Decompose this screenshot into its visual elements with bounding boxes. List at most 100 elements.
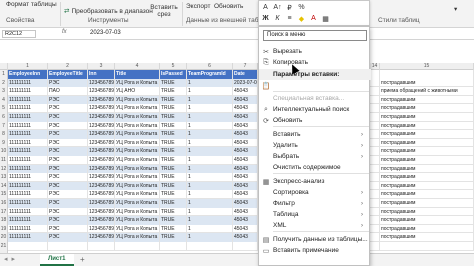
table-cell[interactable]: 1 [187,156,233,165]
table-cell[interactable]: 1234567890 [88,164,115,174]
table-header-cell[interactable]: Title [115,70,160,79]
context-menu-item[interactable]: Таблица › [259,209,371,220]
table-cell[interactable]: 1234567890 [88,130,115,139]
row-header[interactable]: 3 [0,87,7,96]
table-cell[interactable]: TRUE [160,156,187,165]
table-cell[interactable] [115,242,160,251]
table-cell[interactable]: 1 [187,164,233,174]
table-cell[interactable]: 111111111 [8,147,48,156]
table-cell[interactable]: УЦ Рога и Копыта [115,113,160,122]
row-header[interactable]: 8 [0,130,7,139]
table-cell[interactable]: пострадавшим [380,104,474,113]
table-cell[interactable]: приема обращений с животными [380,87,474,96]
table-cell[interactable] [370,121,380,131]
table-cell[interactable]: TRUE [160,199,187,208]
table-cell[interactable]: РЭС [48,190,88,199]
context-menu-item[interactable]: Вставить › [259,129,371,140]
column-header[interactable]: 14 [370,63,380,70]
table-cell[interactable]: РЭС [48,104,88,113]
table-cell[interactable]: 1234567890 [88,113,115,122]
row-header[interactable]: 7 [0,122,7,131]
table-cell[interactable]: пострадавшим [380,121,474,131]
table-cell[interactable]: РЭС [48,164,88,174]
table-cell[interactable]: 111111111 [8,224,48,234]
table-cell[interactable]: 1234567890 [88,104,115,113]
table-cell[interactable]: 1 [187,130,233,139]
table-cell[interactable]: 45043 [233,173,258,182]
table-cell[interactable]: УЦ АНО [115,87,160,96]
table-cell[interactable]: 1 [187,190,233,199]
table-cell[interactable]: TRUE [160,181,187,191]
export-button[interactable]: Экспорт [186,1,210,11]
table-cell[interactable]: РЭС [48,113,88,122]
table-header-cell[interactable]: Date [233,70,258,79]
context-menu-item[interactable]: ⎘ Копировать [259,57,371,68]
context-menu-item[interactable]: Сортировка › [259,187,371,198]
table-cell[interactable]: 1234567890 [88,121,115,131]
table-cell[interactable] [370,207,380,217]
table-header-cell[interactable] [380,70,474,79]
table-cell[interactable]: TRUE [160,224,187,234]
table-cell[interactable] [8,242,48,251]
table-cell[interactable]: 111111111 [8,190,48,199]
table-cell[interactable]: 111111111 [8,104,48,113]
scroll-gallery-button[interactable]: ▾ [454,4,457,14]
table-cell[interactable]: 1234567890 [88,87,115,96]
table-cell[interactable]: УЦ Рога и Копыта [115,190,160,199]
table-cell[interactable] [370,190,380,199]
table-cell[interactable] [233,242,258,251]
table-cell[interactable]: 111111111 [8,130,48,139]
refresh-button[interactable]: Обновить [214,1,243,11]
context-menu-item[interactable]: 📋 [259,80,371,91]
table-cell[interactable] [160,242,187,251]
column-header[interactable]: 4 [115,63,160,70]
context-menu-item[interactable]: ⟳ Обновить [259,115,371,126]
table-cell[interactable]: 1234567890 [88,78,115,88]
format-table-label[interactable]: Формат таблицы [6,1,57,8]
formula-input[interactable]: 2023-07-03 [90,30,121,36]
table-cell[interactable]: пострадавшим [380,233,474,242]
sheet-nav-arrows-icon[interactable]: ◂▸ [4,255,19,263]
context-menu-item[interactable]: ▭ Вставить примечание [259,245,371,256]
font-color-icon[interactable]: A [309,14,318,23]
context-menu-item[interactable]: XML › [259,220,371,231]
row-header[interactable]: 17 [0,208,7,217]
table-cell[interactable]: УЦ Рога и Копыта [115,181,160,191]
table-cell[interactable] [370,181,380,191]
table-cell[interactable]: пострадавшим [380,199,474,208]
table-cell[interactable]: 1234567890 [88,147,115,156]
table-cell[interactable] [370,199,380,208]
table-cell[interactable]: УЦ Рога и Копыта [115,104,160,113]
table-cell[interactable]: УЦ Рога и Копыта [115,173,160,182]
table-cell[interactable]: TRUE [160,121,187,131]
table-cell[interactable]: 45043 [233,224,258,234]
table-cell[interactable]: 1234567890 [88,224,115,234]
increase-font-icon[interactable]: A↑ [273,3,282,12]
table-cell[interactable]: УЦ Рога и Копыта [115,164,160,174]
table-cell[interactable]: TRUE [160,207,187,217]
table-cell[interactable]: пострадавшим [380,207,474,217]
table-cell[interactable]: 1 [187,199,233,208]
table-cell[interactable] [370,173,380,182]
table-cell[interactable] [370,216,380,225]
table-cell[interactable] [88,242,115,251]
borders-icon[interactable]: ▦ [321,14,330,23]
table-cell[interactable]: ПАО [48,87,88,96]
table-cell[interactable]: 1 [187,173,233,182]
row-header[interactable]: 15 [0,190,7,199]
row-header[interactable]: 21 [0,242,7,251]
table-cell[interactable]: 1 [187,87,233,96]
row-header[interactable]: 9 [0,139,7,148]
table-cell[interactable]: 1 [187,113,233,122]
table-cell[interactable]: РЭС [48,147,88,156]
table-cell[interactable]: 45043 [233,104,258,113]
table-cell[interactable]: TRUE [160,233,187,242]
table-cell[interactable]: 111111111 [8,95,48,105]
table-cell[interactable] [370,130,380,139]
table-cell[interactable]: 1234567890 [88,181,115,191]
percent-icon[interactable]: % [297,3,306,12]
table-cell[interactable]: TRUE [160,95,187,105]
table-cell[interactable]: 45043 [233,233,258,242]
table-cell[interactable]: РЭС [48,121,88,131]
currency-icon[interactable]: ₽ [285,3,294,12]
